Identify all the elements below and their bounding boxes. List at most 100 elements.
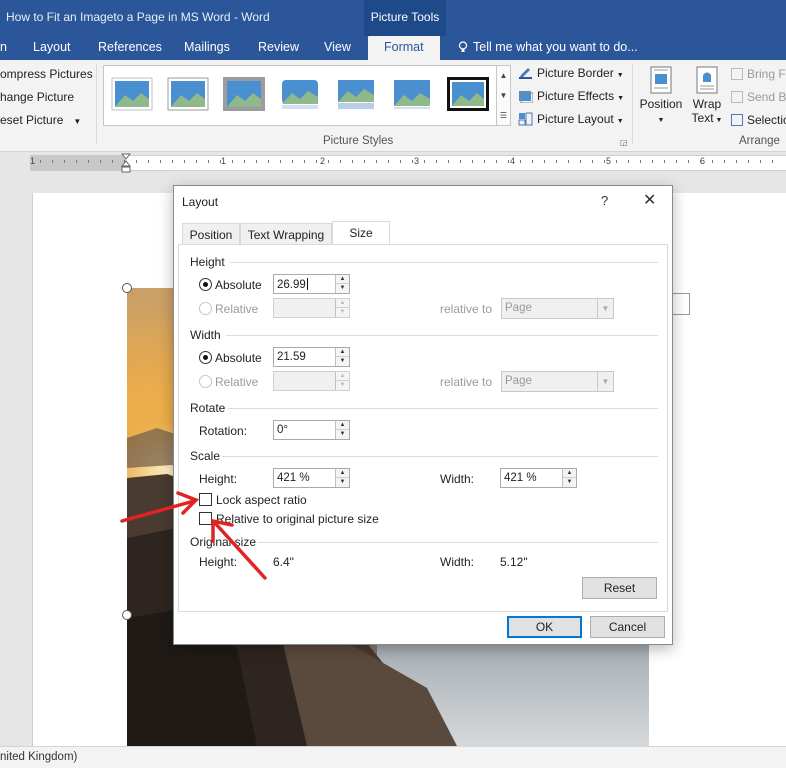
tell-me-text: Tell me what you want to do...: [473, 40, 638, 54]
spinner-arrows[interactable]: ▲ ▼: [335, 275, 349, 293]
section-divider: [226, 335, 658, 336]
ruler-tick: [244, 160, 245, 163]
ruler-tick: [400, 160, 401, 163]
ok-button[interactable]: OK: [507, 616, 582, 638]
ruler-tick: [568, 160, 569, 163]
spinner-arrows[interactable]: ▲ ▼: [335, 348, 349, 366]
arrange-group-label: Arrange: [739, 135, 780, 147]
reset-button[interactable]: Reset: [582, 577, 657, 599]
tab-references[interactable]: References: [98, 36, 162, 60]
rotation-label: Rotation:: [199, 424, 248, 438]
original-height-label: Height:: [199, 555, 238, 569]
spinner-arrows[interactable]: ▲ ▼: [335, 299, 349, 317]
title-bar: How to Fit an Imageto a Page in MS Word …: [0, 0, 786, 36]
language-indicator[interactable]: nited Kingdom): [0, 751, 77, 763]
spin-up-icon[interactable]: ▲: [336, 469, 349, 478]
spin-down-icon[interactable]: ▼: [336, 308, 349, 317]
picture-style-thumb[interactable]: [391, 77, 433, 111]
scale-height-input[interactable]: 421 % ▲ ▼: [273, 468, 350, 488]
spin-down-icon[interactable]: ▼: [336, 381, 349, 390]
width-absolute-input[interactable]: 21.59 ▲ ▼: [273, 347, 350, 367]
tab-position[interactable]: Position: [182, 223, 240, 245]
change-picture-button[interactable]: hange Picture: [0, 90, 74, 104]
spinner-arrows[interactable]: ▲ ▼: [335, 421, 349, 439]
gallery-more-icon[interactable]: ☰: [497, 106, 510, 126]
height-relative-to-select[interactable]: Page ▼: [501, 298, 614, 319]
help-icon[interactable]: ?: [601, 193, 608, 208]
picture-style-thumb[interactable]: [279, 77, 321, 111]
scale-height-label: Height:: [199, 472, 238, 486]
spin-up-icon[interactable]: ▲: [336, 348, 349, 357]
bring-forward-button[interactable]: Bring F: [731, 67, 786, 81]
spin-up-icon[interactable]: ▲: [336, 372, 349, 381]
spin-down-icon[interactable]: ▼: [336, 284, 349, 293]
scroll-down-icon[interactable]: ▼: [497, 86, 510, 106]
spin-up-icon[interactable]: ▲: [336, 275, 349, 284]
height-absolute-radio[interactable]: [199, 278, 212, 291]
tab-format[interactable]: Format: [368, 36, 440, 60]
width-relative-to-select[interactable]: Page ▼: [501, 371, 614, 392]
compress-pictures-button[interactable]: ompress Pictures: [0, 67, 93, 81]
picture-styles-gallery[interactable]: [103, 65, 497, 126]
spinner-arrows[interactable]: ▲ ▼: [562, 469, 576, 487]
scroll-up-icon[interactable]: ▲: [497, 66, 510, 86]
lock-aspect-ratio-checkbox[interactable]: [199, 493, 212, 506]
spin-up-icon[interactable]: ▲: [336, 299, 349, 308]
position-button[interactable]: Position ▼: [638, 66, 684, 136]
ruler-tick: [280, 160, 281, 163]
picture-style-thumb[interactable]: [111, 77, 153, 111]
picture-layout-button[interactable]: Picture Layout ▼: [518, 112, 624, 126]
window-title: How to Fit an Imageto a Page in MS Word …: [6, 10, 270, 24]
width-relative-input[interactable]: ▲ ▼: [273, 371, 350, 391]
gallery-scroll[interactable]: ▲ ▼ ☰: [497, 65, 511, 126]
send-backward-button[interactable]: Send B: [731, 90, 786, 104]
picture-border-button[interactable]: Picture Border ▼: [518, 66, 624, 80]
ruler-tick: [736, 160, 737, 163]
spinner-arrows[interactable]: ▲ ▼: [335, 469, 349, 487]
tab-mailings[interactable]: Mailings: [184, 36, 230, 60]
tab-layout[interactable]: Layout: [33, 36, 71, 60]
width-relative-radio[interactable]: [199, 375, 212, 388]
picture-style-thumb[interactable]: [335, 77, 377, 111]
height-absolute-input[interactable]: 26.99 ▲ ▼: [273, 274, 350, 294]
resize-handle-mid-left[interactable]: [122, 610, 132, 620]
tab-view[interactable]: View: [324, 36, 351, 60]
spin-down-icon[interactable]: ▼: [336, 357, 349, 366]
picture-styles-group-label: Picture Styles: [323, 135, 394, 147]
ruler-tick: [208, 160, 209, 163]
tab-size[interactable]: Size: [332, 221, 390, 244]
tab-text-wrapping[interactable]: Text Wrapping: [240, 223, 332, 245]
tab-partial[interactable]: n: [0, 36, 7, 60]
height-relative-input[interactable]: ▲ ▼: [273, 298, 350, 318]
picture-effects-button[interactable]: Picture Effects ▼: [518, 89, 624, 103]
scale-width-input[interactable]: 421 % ▲ ▼: [500, 468, 577, 488]
reset-picture-button[interactable]: eset Picture ▼: [0, 113, 81, 127]
resize-handle-top-left[interactable]: [122, 283, 132, 293]
picture-style-thumb[interactable]: [223, 77, 265, 111]
dialog-launcher-icon[interactable]: ◲: [620, 138, 628, 147]
spin-down-icon[interactable]: ▼: [336, 430, 349, 439]
spin-up-icon[interactable]: ▲: [336, 421, 349, 430]
width-absolute-radio[interactable]: [199, 351, 212, 364]
picture-effects-label: Picture Effects: [537, 89, 615, 103]
tell-me-box[interactable]: Tell me what you want to do...: [458, 36, 638, 60]
height-relative-radio[interactable]: [199, 302, 212, 315]
spinner-arrows[interactable]: ▲ ▼: [335, 372, 349, 390]
relative-original-size-checkbox[interactable]: [199, 512, 212, 525]
spin-up-icon[interactable]: ▲: [563, 469, 576, 478]
cancel-button[interactable]: Cancel: [590, 616, 665, 638]
ruler-tick: [448, 160, 449, 163]
indent-marker-icon[interactable]: [121, 153, 131, 173]
close-icon[interactable]: ✕: [643, 190, 656, 210]
tab-review[interactable]: Review: [258, 36, 299, 60]
spin-down-icon[interactable]: ▼: [563, 478, 576, 487]
wrap-text-label-2: Text: [691, 111, 714, 125]
pencil-icon: [519, 68, 532, 79]
wrap-text-button[interactable]: Wrap Text ▼: [688, 66, 726, 136]
selection-pane-button[interactable]: Selectio: [731, 113, 786, 127]
picture-style-thumb-selected[interactable]: [447, 77, 489, 111]
spin-down-icon[interactable]: ▼: [336, 478, 349, 487]
picture-style-thumb[interactable]: [167, 77, 209, 111]
ruler-tick: [340, 160, 341, 163]
rotation-input[interactable]: 0° ▲ ▼: [273, 420, 350, 440]
